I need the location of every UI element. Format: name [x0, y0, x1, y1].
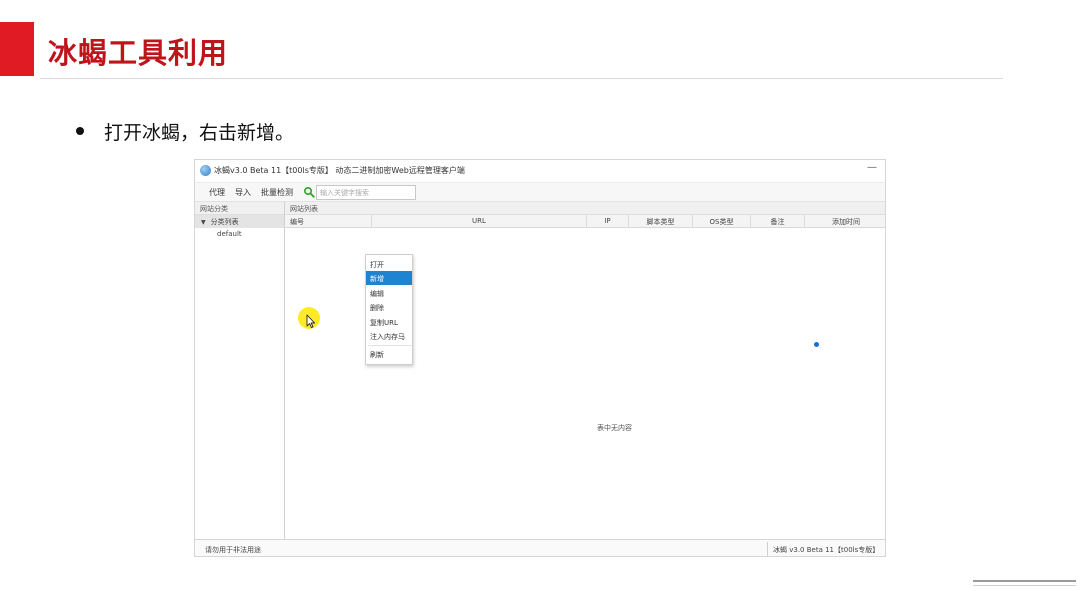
column-header-id[interactable]: 编号 — [285, 215, 372, 228]
status-bar: 请勿用于非法用途 冰蝎 v3.0 Beta 11【t00ls专版】 — [195, 539, 885, 556]
behinder-window: 冰蝎v3.0 Beta 11【t00ls专版】 动态二进制加密Web远程管理客户… — [194, 159, 886, 557]
category-sidebar: 网站分类 ▼ 分类列表 default — [195, 202, 285, 539]
sidebar-header: 网站分类 — [195, 202, 284, 215]
title-accent-bar — [0, 22, 34, 76]
tree-item-category-list[interactable]: ▼ 分类列表 — [195, 215, 284, 228]
window-title: 冰蝎v3.0 Beta 11【t00ls专版】 动态二进制加密Web远程管理客户… — [214, 166, 465, 175]
proxy-button[interactable]: 代理 — [209, 187, 225, 198]
menu-item-delete[interactable]: 删除 — [366, 300, 412, 314]
menu-item-inject-memshell[interactable]: 注入内存马 — [366, 329, 412, 343]
tree-item-label: 分类列表 — [210, 218, 239, 226]
slide-title: 冰蝎工具利用 — [48, 36, 229, 70]
window-titlebar: 冰蝎v3.0 Beta 11【t00ls专版】 动态二进制加密Web远程管理客户… — [195, 160, 885, 182]
column-header-ip[interactable]: IP — [587, 215, 629, 228]
search-input[interactable] — [316, 185, 416, 200]
site-list-header: 网站列表 — [285, 202, 885, 215]
menu-separator — [368, 345, 412, 346]
bullet-icon — [76, 127, 84, 135]
status-version: 冰蝎 v3.0 Beta 11【t00ls专版】 — [773, 546, 880, 554]
tree-item-default[interactable]: default — [195, 228, 284, 241]
search-icon[interactable] — [303, 186, 315, 198]
batch-check-button[interactable]: 批量检测 — [261, 187, 293, 198]
menu-item-refresh[interactable]: 刷新 — [366, 347, 412, 361]
menu-item-copy-url[interactable]: 复制URL — [366, 315, 412, 329]
menu-item-open[interactable]: 打开 — [366, 257, 412, 271]
column-header-remark[interactable]: 备注 — [751, 215, 805, 228]
mouse-cursor-icon — [306, 314, 316, 329]
column-header-added-time[interactable]: 添加时间 — [805, 215, 885, 228]
empty-table-message: 表中无内容 — [597, 424, 632, 432]
column-header-script-type[interactable]: 脚本类型 — [629, 215, 693, 228]
menu-item-new[interactable]: 新增 — [366, 271, 412, 285]
table-header-row: 编号 URL IP 脚本类型 OS类型 备注 添加时间 — [285, 215, 885, 228]
expand-arrow-icon[interactable]: ▼ — [201, 219, 206, 226]
blue-dot-marker — [814, 342, 819, 347]
toolbar: 代理 导入 批量检测 — [195, 182, 885, 202]
scorpion-app-icon — [200, 165, 211, 176]
column-header-os-type[interactable]: OS类型 — [693, 215, 751, 228]
title-divider — [40, 78, 1003, 79]
status-warning: 请勿用于非法用途 — [205, 546, 261, 554]
bullet-text: 打开冰蝎，右击新增。 — [104, 122, 295, 144]
footer-line-shadow — [973, 585, 1076, 586]
import-button[interactable]: 导入 — [235, 187, 251, 198]
minimize-button[interactable]: — — [867, 162, 877, 173]
context-menu: 打开 新增 编辑 删除 复制URL 注入内存马 刷新 — [365, 254, 413, 365]
status-divider — [767, 542, 768, 556]
menu-item-edit[interactable]: 编辑 — [366, 286, 412, 300]
site-list-panel[interactable]: 网站列表 编号 URL IP 脚本类型 OS类型 备注 添加时间 表中无内容 — [285, 202, 885, 539]
footer-line — [973, 580, 1076, 582]
column-header-url[interactable]: URL — [372, 215, 587, 228]
